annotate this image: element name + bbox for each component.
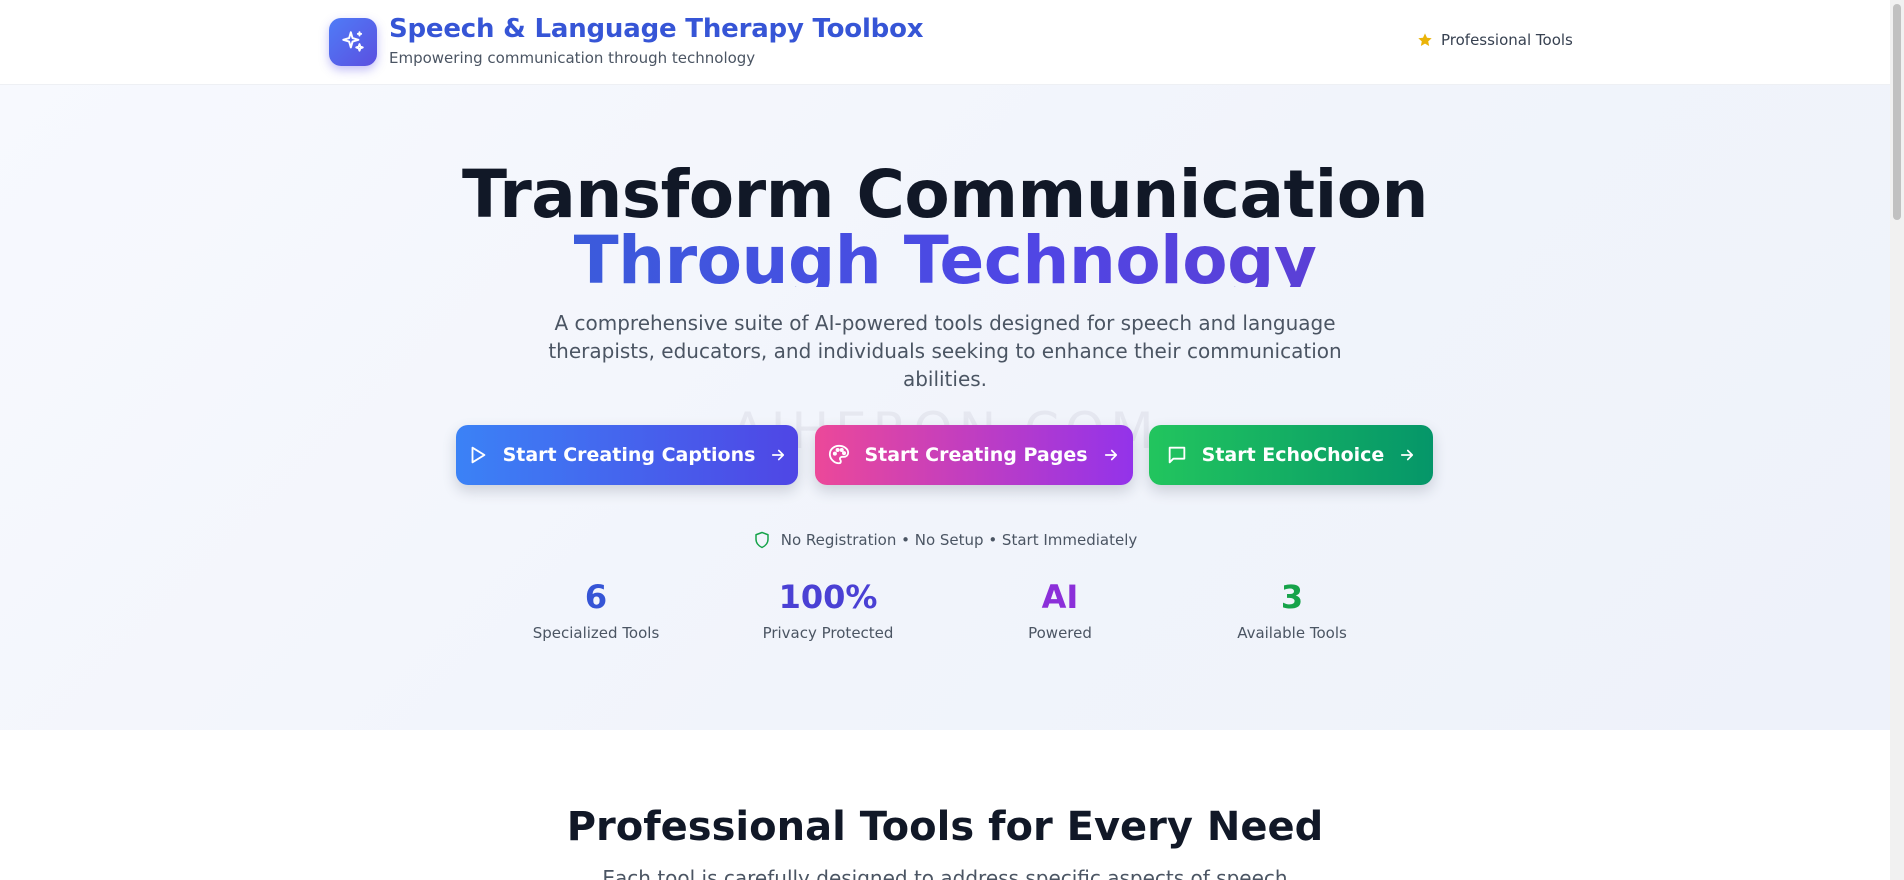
app-title[interactable]: Speech & Language Therapy Toolbox bbox=[389, 14, 924, 44]
sparkles-icon[interactable] bbox=[329, 18, 377, 66]
arrow-right-icon bbox=[1104, 449, 1117, 461]
stat-privacy-protected: 100% Privacy Protected bbox=[718, 575, 938, 642]
stat-label: Specialized Tools bbox=[532, 624, 660, 642]
app-subtitle: Empowering communication through technol… bbox=[389, 49, 756, 67]
page: Speech & Language Therapy Toolbox Empowe… bbox=[0, 0, 1890, 880]
note-text: No Registration • No Setup • Start Immed… bbox=[780, 531, 1138, 549]
stat-available-tools: 3 Available Tools bbox=[1182, 575, 1402, 642]
scrollbar-thumb[interactable] bbox=[1893, 4, 1901, 220]
professional-tools-badge: Professional Tools bbox=[1417, 31, 1573, 49]
site-header: Speech & Language Therapy Toolbox Empowe… bbox=[0, 0, 1890, 85]
section-title: Professional Tools for Every Need bbox=[566, 804, 1324, 850]
palette-icon bbox=[829, 444, 850, 465]
start-creating-captions-button[interactable]: Start Creating Captions bbox=[456, 425, 798, 485]
start-creating-captions-label: Start Creating Captions bbox=[502, 444, 756, 466]
vertical-scrollbar[interactable] bbox=[1890, 0, 1904, 880]
arrow-right-icon bbox=[1401, 449, 1414, 461]
hero-section: Transform Communication Through Technolo… bbox=[0, 85, 1890, 730]
star-icon bbox=[1418, 33, 1432, 46]
start-echochoice-button[interactable]: Start EchoChoice bbox=[1149, 425, 1433, 485]
stat-value: 3 bbox=[1280, 578, 1304, 616]
hero-headline-gradient-text: Through Technology bbox=[574, 222, 1317, 287]
stat-label: Powered bbox=[1028, 624, 1092, 642]
stat-specialized-tools: 6 Specialized Tools bbox=[486, 575, 706, 642]
stat-label: Privacy Protected bbox=[762, 624, 894, 642]
start-creating-pages-button[interactable]: Start Creating Pages bbox=[815, 425, 1133, 485]
message-square-icon bbox=[1168, 446, 1185, 464]
start-echochoice-label: Start EchoChoice bbox=[1201, 444, 1385, 466]
stat-value: AI bbox=[1041, 578, 1079, 616]
start-creating-pages-label: Start Creating Pages bbox=[864, 444, 1088, 466]
arrow-right-icon bbox=[772, 449, 785, 461]
hero-description: A comprehensive suite of AI-powered tool… bbox=[548, 311, 1342, 391]
hero-headline-line2: Through Technology bbox=[0, 221, 1890, 287]
play-icon bbox=[471, 446, 485, 464]
shield-icon bbox=[754, 531, 769, 549]
stat-ai-powered: AI Powered bbox=[950, 575, 1170, 642]
stat-value: 100% bbox=[778, 578, 878, 616]
section-description: Each tool is carefully designed to addre… bbox=[602, 866, 1288, 880]
stat-label: Available Tools bbox=[1237, 624, 1347, 642]
no-registration-note: No Registration • No Setup • Start Immed… bbox=[0, 531, 1890, 549]
stat-value: 6 bbox=[584, 578, 608, 616]
badge-label: Professional Tools bbox=[1441, 31, 1573, 49]
